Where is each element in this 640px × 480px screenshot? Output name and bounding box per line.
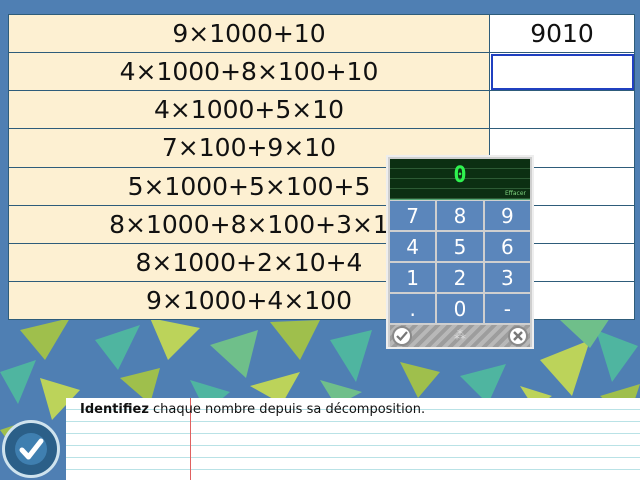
key-6[interactable]: 6 <box>484 232 530 261</box>
key-7[interactable]: 7 <box>390 201 436 230</box>
keypad-keys: 7 8 9 4 5 6 1 2 3 . 0 - <box>390 201 530 323</box>
keypad-footer: ⁂ <box>390 325 530 347</box>
key-4[interactable]: 4 <box>390 232 436 261</box>
key-8[interactable]: 8 <box>437 201 483 230</box>
key-0[interactable]: 0 <box>437 294 483 323</box>
checkmark-icon <box>396 331 408 342</box>
checkmark-icon <box>15 433 47 465</box>
key-2[interactable]: 2 <box>437 263 483 292</box>
expression-cell: 4×1000+8×100+10 <box>8 52 490 92</box>
key-9[interactable]: 9 <box>484 201 530 230</box>
keypad-clear-button[interactable]: Effacer <box>505 190 526 197</box>
table-row: 8×1000+2×10+4 <box>8 242 635 282</box>
numeric-keypad: 0 Effacer 7 8 9 4 5 6 1 2 3 . 0 - ⁂ <box>386 155 534 349</box>
key-3[interactable]: 3 <box>484 263 530 292</box>
answer-field-active[interactable] <box>489 52 635 92</box>
instruction-keyword: Identifiez <box>80 402 149 417</box>
table-row: 4×1000+5×10 <box>8 90 635 130</box>
validate-button[interactable] <box>2 420 60 478</box>
answer-field[interactable] <box>489 90 635 130</box>
key-minus[interactable]: - <box>484 294 530 323</box>
instruction-panel: Identifiez chaque nombre depuis sa décom… <box>66 398 640 480</box>
table-row: 9×1000+10 9010 <box>8 13 635 54</box>
close-icon <box>513 331 523 341</box>
key-decimal[interactable]: . <box>390 294 436 323</box>
expression-cell: 9×1000+10 <box>8 13 490 54</box>
table-row: 4×1000+8×100+10 <box>8 52 635 92</box>
keypad-footer-mark: ⁂ <box>454 328 466 342</box>
expression-cell: 4×1000+5×10 <box>8 90 490 130</box>
instruction-text: Identifiez chaque nombre depuis sa décom… <box>80 402 425 417</box>
table-row: 8×1000+8×100+3×1 <box>8 204 635 244</box>
keypad-display: 0 Effacer <box>390 159 530 200</box>
exercise-table: 9×1000+10 9010 4×1000+8×100+10 4×1000+5×… <box>8 13 635 321</box>
table-row: 9×1000+4×100 <box>8 280 635 321</box>
table-row: 7×100+9×10 <box>8 128 635 168</box>
key-5[interactable]: 5 <box>437 232 483 261</box>
key-1[interactable]: 1 <box>390 263 436 292</box>
table-row: 5×1000+5×100+5 <box>8 166 635 206</box>
keypad-display-value: 0 <box>453 163 467 188</box>
keypad-cancel-button[interactable] <box>508 326 528 346</box>
instruction-body: chaque nombre depuis sa décomposition. <box>148 402 426 417</box>
keypad-ok-button[interactable] <box>392 326 412 346</box>
answer-field[interactable]: 9010 <box>489 13 635 54</box>
